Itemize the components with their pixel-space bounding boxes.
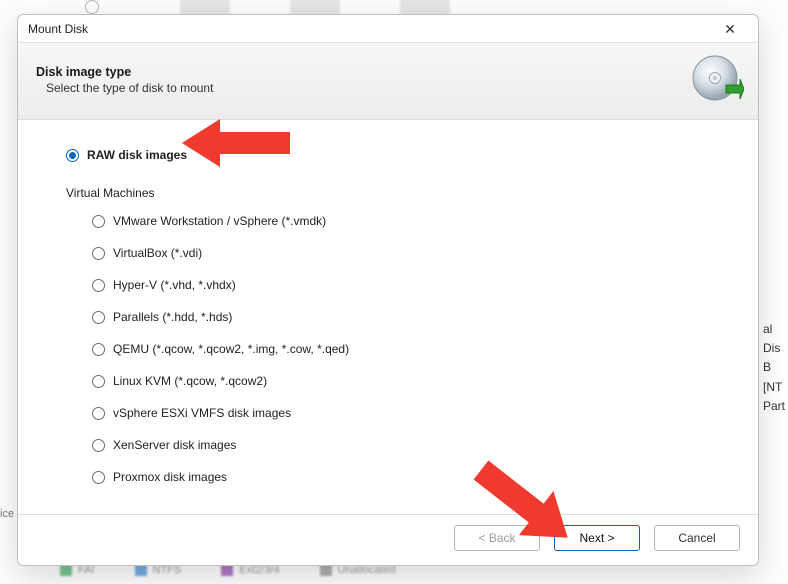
option-label: Hyper-V (*.vhd, *.vhdx) (113, 278, 236, 292)
radio-icon (92, 215, 105, 228)
radio-icon (66, 149, 79, 162)
radio-icon (92, 279, 105, 292)
option-virtualbox[interactable]: VirtualBox (*.vdi) (92, 244, 722, 262)
radio-icon (92, 471, 105, 484)
option-label: vSphere ESXi VMFS disk images (113, 406, 291, 420)
option-linuxkvm[interactable]: Linux KVM (*.qcow, *.qcow2) (92, 372, 722, 390)
backdrop-radio (85, 0, 99, 14)
next-button[interactable]: Next > (554, 525, 640, 551)
option-parallels[interactable]: Parallels (*.hdd, *.hds) (92, 308, 722, 326)
mount-disk-dialog: Mount Disk ✕ Disk image type Select the … (17, 14, 759, 566)
option-label: Linux KVM (*.qcow, *.qcow2) (113, 374, 267, 388)
close-button[interactable]: ✕ (710, 16, 750, 42)
option-label: Parallels (*.hdd, *.hds) (113, 310, 232, 324)
titlebar-title: Mount Disk (28, 22, 88, 36)
option-label: Proxmox disk images (113, 470, 227, 484)
radio-icon (92, 343, 105, 356)
option-xen[interactable]: XenServer disk images (92, 436, 722, 454)
option-esxi[interactable]: vSphere ESXi VMFS disk images (92, 404, 722, 422)
radio-icon (92, 407, 105, 420)
titlebar: Mount Disk ✕ (18, 15, 758, 43)
wizard-content: RAW disk images Virtual Machines VMware … (18, 120, 758, 514)
option-hyperv[interactable]: Hyper-V (*.vhd, *.vhdx) (92, 276, 722, 294)
back-button[interactable]: < Back (454, 525, 540, 551)
option-label: VirtualBox (*.vdi) (113, 246, 202, 260)
option-proxmox[interactable]: Proxmox disk images (92, 468, 722, 486)
wizard-footer: < Back Next > Cancel (18, 514, 758, 565)
option-label: QEMU (*.qcow, *.qcow2, *.img, *.cow, *.q… (113, 342, 349, 356)
wizard-subheading: Select the type of disk to mount (36, 81, 213, 95)
wizard-heading: Disk image type (36, 65, 213, 79)
backdrop-right-text: al Dis B [NT Part (758, 320, 788, 416)
option-qemu[interactable]: QEMU (*.qcow, *.qcow2, *.img, *.cow, *.q… (92, 340, 722, 358)
wizard-header: Disk image type Select the type of disk … (18, 43, 758, 120)
option-raw-disk-images[interactable]: RAW disk images (66, 146, 722, 164)
disc-mount-icon (690, 53, 744, 107)
option-label: RAW disk images (87, 148, 187, 162)
radio-icon (92, 247, 105, 260)
radio-icon (92, 439, 105, 452)
backdrop-left-label: ice (0, 508, 14, 520)
close-icon: ✕ (724, 22, 736, 36)
group-heading-virtual-machines: Virtual Machines (66, 186, 722, 200)
option-vmware[interactable]: VMware Workstation / vSphere (*.vmdk) (92, 212, 722, 230)
option-label: VMware Workstation / vSphere (*.vmdk) (113, 214, 326, 228)
vm-options-group: VMware Workstation / vSphere (*.vmdk) Vir… (66, 212, 722, 486)
radio-icon (92, 311, 105, 324)
radio-icon (92, 375, 105, 388)
option-label: XenServer disk images (113, 438, 236, 452)
cancel-button[interactable]: Cancel (654, 525, 740, 551)
